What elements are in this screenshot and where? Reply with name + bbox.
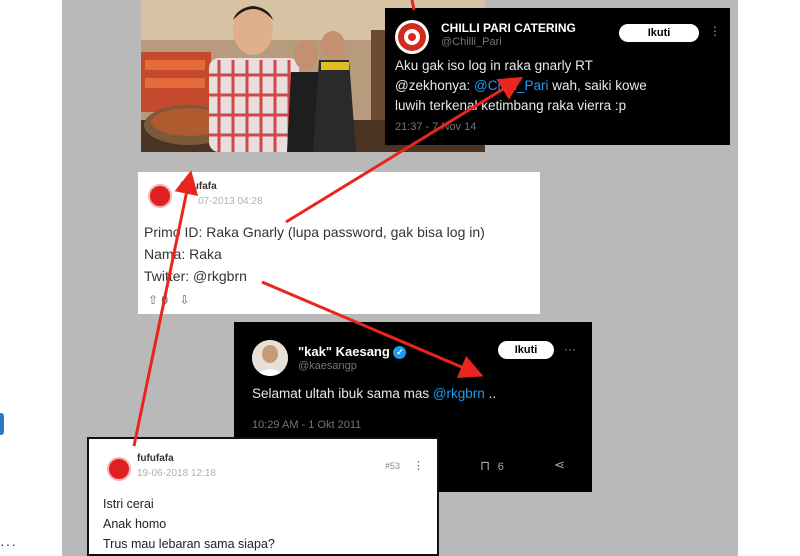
arrow-top (410, 0, 416, 11)
arrow-forum-to-tweet2 (261, 280, 484, 378)
arrow-forum-to-tweet1 (285, 76, 524, 224)
annotation-arrows (132, 0, 524, 447)
arrow-forum2-to-forum1 (132, 170, 199, 447)
